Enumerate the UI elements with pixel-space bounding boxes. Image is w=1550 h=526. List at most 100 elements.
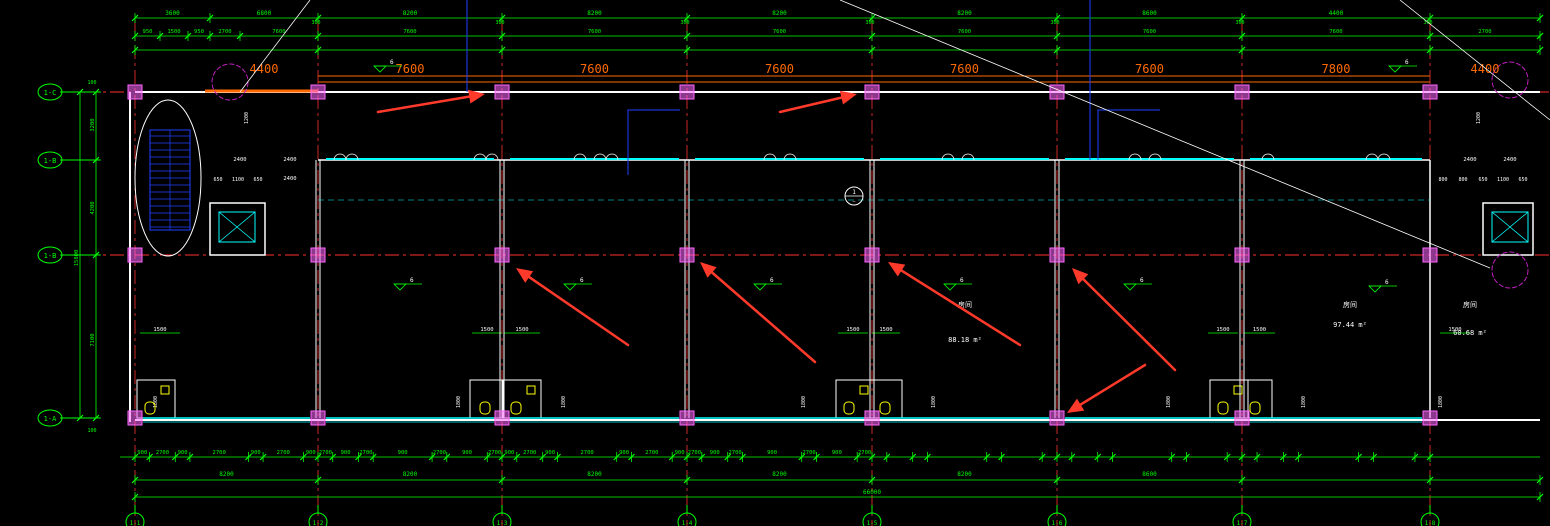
wall-offset-dim: 1200 bbox=[1476, 112, 1482, 124]
dim-bottom-sub-text: 2700 bbox=[858, 450, 871, 456]
room-name: 房间 bbox=[1343, 300, 1357, 309]
dim-bottom-bay-text: 8600 bbox=[1142, 471, 1157, 478]
dim-top-sub-text: 950 bbox=[194, 29, 204, 35]
dim-bottom-sub-text: 900 bbox=[675, 450, 685, 456]
room-area: 97.44 m² bbox=[1333, 321, 1367, 329]
grid-label-col: 1-2 bbox=[313, 520, 324, 526]
dim-bottom-sub-text: 2700 bbox=[156, 450, 169, 456]
dim-bottom-bay-text: 8200 bbox=[772, 471, 787, 478]
dim-bottom-bay-text: 8200 bbox=[587, 471, 602, 478]
dim-top-bay: 8200 bbox=[403, 10, 418, 17]
dim-top-sub-text: 7600 bbox=[403, 29, 416, 35]
dim-bottom-sub-text: 900 bbox=[178, 450, 188, 456]
dim-top-sub-text: 7600 bbox=[588, 29, 601, 35]
structural-column bbox=[127, 84, 143, 100]
grid-label-col: 1-1 bbox=[130, 520, 141, 526]
ramp-dim: 800 bbox=[1458, 177, 1467, 183]
dim-top-small: 300 bbox=[1050, 20, 1059, 26]
beam-length-label: 7600 bbox=[765, 62, 794, 76]
dim-top-small: 300 bbox=[495, 20, 504, 26]
structural-column bbox=[1422, 410, 1438, 426]
floor-plan-drawing: 1-C 1-B 1-B 1-A 1-1 1-2 1-3 1-4 1-5 1-6 1-7 1-8 360… bbox=[0, 0, 1550, 526]
structural-column bbox=[494, 410, 510, 426]
elevation-marker-text: 6 bbox=[960, 277, 964, 284]
dim-bottom-sub-text: 900 bbox=[341, 450, 351, 456]
structural-column bbox=[864, 410, 880, 426]
beam-length-label: 7600 bbox=[396, 62, 425, 76]
corridor-dim: 2400 bbox=[283, 176, 296, 182]
ramp-dim: 650 bbox=[1518, 177, 1527, 183]
door-width-text: 1500 bbox=[1253, 327, 1266, 333]
dim-top-bay: 8200 bbox=[957, 10, 972, 17]
dim-bottom-sub-text: 2700 bbox=[213, 450, 226, 456]
dim-top-bay: 8200 bbox=[772, 10, 787, 17]
dim-bottom-sub-text: 2700 bbox=[488, 450, 501, 456]
dim-top-bay: 4400 bbox=[1329, 10, 1344, 17]
structural-column bbox=[1234, 410, 1250, 426]
beam-length-label: 4400 bbox=[1471, 62, 1500, 76]
dim-left-text: 7100 bbox=[90, 333, 96, 346]
vertical-small-dim: 1800 bbox=[1301, 396, 1307, 408]
grid-label-row: 1-A bbox=[44, 415, 57, 423]
door-width-text: 1500 bbox=[846, 327, 859, 333]
room-area: 88.18 m² bbox=[948, 336, 982, 344]
beam-length-label: 7600 bbox=[1135, 62, 1164, 76]
dim-bottom-bay-text: 8200 bbox=[219, 471, 234, 478]
dim-top-sub-text: 7600 bbox=[1143, 29, 1156, 35]
dim-bottom-total-text: 66000 bbox=[863, 489, 881, 496]
room-name: 房间 bbox=[1463, 300, 1477, 309]
dim-left-small: 100 bbox=[87, 80, 96, 86]
door-width-text: 1500 bbox=[879, 327, 892, 333]
dim-left-small: 100 bbox=[87, 428, 96, 434]
corridor-dim: 2400 bbox=[1503, 157, 1516, 163]
dim-bottom-sub-text: 2700 bbox=[359, 450, 372, 456]
dim-top-small: 300 bbox=[311, 20, 320, 26]
dim-bottom-sub-text: 2700 bbox=[688, 450, 701, 456]
beam-length-label: 7600 bbox=[950, 62, 979, 76]
dim-bottom-sub-text: 900 bbox=[767, 450, 777, 456]
door-width-text: 1500 bbox=[1216, 327, 1229, 333]
grid-label-row: 1-B bbox=[44, 252, 57, 260]
elevation-marker-text: 6 bbox=[410, 277, 414, 284]
ramp-dim: 650 bbox=[1478, 177, 1487, 183]
dim-top-sub-text: 950 bbox=[143, 29, 153, 35]
ramp-dim: 1100 bbox=[232, 177, 244, 183]
dim-top-bay: 8200 bbox=[587, 10, 602, 17]
grid-label-col: 1-5 bbox=[867, 520, 878, 526]
dim-top-sub-text: 7600 bbox=[958, 29, 971, 35]
door-width-text: 1500 bbox=[515, 327, 528, 333]
vertical-small-dim: 1800 bbox=[456, 396, 462, 408]
ramp-dim: 800 bbox=[1438, 177, 1447, 183]
structural-column bbox=[1234, 247, 1250, 263]
dim-bottom-bay-text: 8200 bbox=[957, 471, 972, 478]
beam-length-label: 7600 bbox=[580, 62, 609, 76]
beam-length-label: 7800 bbox=[1322, 62, 1351, 76]
structural-column bbox=[310, 410, 326, 426]
dim-bottom-sub-text: 2700 bbox=[277, 450, 290, 456]
dim-bottom-sub-text: 2700 bbox=[728, 450, 741, 456]
structural-column bbox=[1234, 84, 1250, 100]
dim-left-text: 3200 bbox=[90, 118, 96, 131]
grid-label-row: 1-B bbox=[44, 157, 57, 165]
corridor-dim: 2400 bbox=[283, 157, 296, 163]
dim-top-small: 300 bbox=[680, 20, 689, 26]
dim-left-text: 15800 bbox=[74, 250, 80, 267]
dim-bottom-sub-text: 2700 bbox=[433, 450, 446, 456]
room-area: 60.68 m² bbox=[1453, 329, 1487, 337]
structural-column bbox=[1049, 410, 1065, 426]
dim-bottom-sub-text: 2700 bbox=[645, 450, 658, 456]
dim-top-sub-text: 7600 bbox=[773, 29, 786, 35]
dim-bottom-sub-text: 2700 bbox=[802, 450, 815, 456]
grid-label-col: 1-7 bbox=[1237, 520, 1248, 526]
structural-column bbox=[679, 84, 695, 100]
structural-column bbox=[679, 247, 695, 263]
dim-top-bay: 8600 bbox=[1142, 10, 1157, 17]
dim-bottom-sub-text: 900 bbox=[619, 450, 629, 456]
vertical-small-dim: 1800 bbox=[1438, 396, 1444, 408]
vertical-small-dim: 1800 bbox=[561, 396, 567, 408]
vertical-small-dim: 1800 bbox=[1166, 396, 1172, 408]
dim-top-small: 300 bbox=[865, 20, 874, 26]
elevation-marker-text: 6 bbox=[1385, 279, 1389, 286]
dim-bottom-sub-text: 900 bbox=[251, 450, 261, 456]
grid-label-row: 1-C bbox=[44, 89, 57, 97]
